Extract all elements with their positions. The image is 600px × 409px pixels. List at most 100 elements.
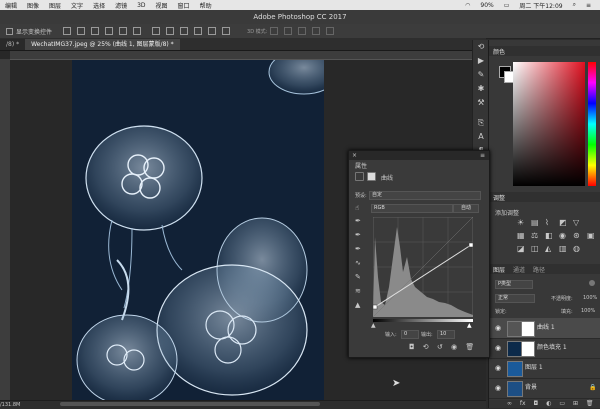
black-white-icon[interactable]: ◧ [545,231,553,240]
tab-color[interactable]: 颜色 [493,47,505,56]
tab-adjustments[interactable]: 调整 [493,193,505,202]
threshold-icon[interactable]: ◭ [545,244,551,253]
3d-roll-icon[interactable] [284,27,293,35]
menu-window[interactable]: 窗口 [178,1,190,10]
selective-color-icon[interactable]: ◍ [573,244,580,253]
color-lookup-icon[interactable]: ▣ [587,231,595,240]
pencil-draw-icon[interactable]: ✎ [355,273,361,281]
align-vcenter-icon[interactable] [77,27,86,35]
menu-help[interactable]: 帮助 [200,1,212,10]
levels-icon[interactable]: ▤ [531,218,539,227]
brush-icon[interactable]: ✎ [473,68,489,82]
layer-row-layer1[interactable]: ◉ 图层 1 [489,358,600,379]
vibrance-icon[interactable]: ▽ [573,218,579,227]
gray-point-picker-icon[interactable]: ✒ [355,231,361,239]
blend-mode-select[interactable]: 正常 [495,294,535,303]
exposure-icon[interactable]: ◩ [559,218,567,227]
invert-icon[interactable]: ◪ [517,244,525,253]
close-icon[interactable]: × [352,151,357,160]
fx-icon[interactable]: fx [520,400,526,407]
menu-edit[interactable]: 编辑 [5,1,17,10]
align-top-icon[interactable] [63,27,72,35]
hue-slider[interactable] [588,62,596,186]
wifi-icon[interactable]: ◠ [465,2,470,9]
opacity-value[interactable]: 100% [583,295,597,301]
layer-mask-thumb[interactable] [521,341,535,357]
brush-presets-icon[interactable]: ✱ [473,82,489,96]
character-icon[interactable]: A [473,130,489,144]
clone-source-icon[interactable]: ⎘ [473,116,489,130]
curve-edit-icon[interactable]: ∿ [355,259,361,267]
input-field[interactable]: 0 [401,330,419,339]
distribute-top-icon[interactable] [152,27,161,35]
3d-pan-icon[interactable] [298,27,307,35]
battery-icon[interactable]: ▭ [504,2,510,9]
layer-filter-select[interactable]: P类型 [495,280,533,289]
actions-play-icon[interactable]: ▶ [473,54,489,68]
fill-value[interactable]: 100% [581,308,595,314]
distribute-vcenter-icon[interactable] [166,27,175,35]
brightness-icon[interactable]: ☀ [517,218,524,227]
auto-button[interactable]: 自动 [453,204,479,213]
output-field[interactable]: 10 [437,330,455,339]
history-icon[interactable]: ⟲ [473,40,489,54]
visibility-eye-icon[interactable]: ◉ [495,344,501,352]
visibility-eye-icon[interactable]: ◉ [495,364,501,372]
align-left-icon[interactable] [105,27,114,35]
menu-view[interactable]: 视图 [156,1,168,10]
tab-wechat-doc[interactable]: WechatIMG37.jpeg @ 25% (曲线 1, 图层蒙版/8) * [25,39,180,50]
3d-scale-icon[interactable] [326,27,335,35]
menu-type[interactable]: 文字 [71,1,83,10]
channel-mixer-icon[interactable]: ⊛ [573,231,580,240]
tab-paths[interactable]: 路径 [533,265,545,274]
add-mask-icon[interactable]: ◘ [534,400,539,407]
gradient-map-icon[interactable]: ▥ [559,244,567,253]
menu-3d[interactable]: 3D [137,2,145,9]
delete-icon[interactable]: 🗑 [465,343,474,351]
mask-icon[interactable] [367,172,376,181]
black-input-slider[interactable]: ▲ [371,322,376,329]
new-adjustment-icon[interactable]: ◐ [546,400,551,407]
layer-row-color-fill[interactable]: ◉ 颜色填充 1 [489,338,600,359]
color-field[interactable] [513,62,585,186]
view-previous-icon[interactable]: ⟲ [423,343,429,351]
reset-icon[interactable]: ↺ [437,343,443,351]
panel-menu-icon[interactable]: ≡ [480,151,485,160]
clock[interactable]: 周二 下午12:09 [519,1,562,10]
smooth-icon[interactable]: ≋ [355,287,361,295]
menu-layer[interactable]: 图层 [49,1,61,10]
menu-filter[interactable]: 滤镜 [115,1,127,10]
visibility-eye-icon[interactable]: ◉ [495,324,501,332]
visibility-eye-icon[interactable]: ◉ [495,384,501,392]
tab-previous-doc[interactable]: /8) * [0,39,26,50]
toggle-visibility-icon[interactable]: ◉ [451,343,457,351]
layer-row-background[interactable]: ◉ 背景 🔒 [489,378,600,399]
delete-layer-icon[interactable]: 🗑 [586,400,594,407]
clip-to-layer-icon[interactable]: ◘ [409,343,415,351]
curves-graph[interactable] [372,216,474,318]
distribute-hcenter-icon[interactable] [208,27,217,35]
channel-select[interactable]: RGB [371,204,453,213]
white-point-picker-icon[interactable]: ✒ [355,245,361,253]
jellyfish-image[interactable] [72,60,324,400]
new-layer-icon[interactable]: ⊞ [573,400,578,407]
clipping-warning-icon[interactable]: ▲ [355,301,360,309]
tab-channels[interactable]: 通道 [513,265,525,274]
black-point-picker-icon[interactable]: ✒ [355,217,361,225]
horizontal-scrollbar[interactable] [60,402,320,406]
align-right-icon[interactable] [133,27,142,35]
properties-header[interactable]: × ≡ [349,151,489,160]
3d-slide-icon[interactable] [312,27,321,35]
layer-filter-toggle-icon[interactable] [589,280,595,286]
layer-mask-thumb[interactable] [521,321,535,337]
battery-percent[interactable]: 90% [480,2,493,9]
preset-select[interactable]: 自定 [369,191,481,200]
transform-checkbox[interactable] [6,27,13,35]
curves-icon[interactable]: ⌇ [545,218,549,227]
hue-sat-icon[interactable]: ▦ [517,231,525,240]
photo-filter-icon[interactable]: ◉ [559,231,566,240]
posterize-icon[interactable]: ◫ [531,244,539,253]
link-layers-icon[interactable]: ∞ [507,400,512,407]
curves-adjust-icon[interactable] [355,172,364,181]
tool-presets-icon[interactable]: ⚒ [473,96,489,110]
